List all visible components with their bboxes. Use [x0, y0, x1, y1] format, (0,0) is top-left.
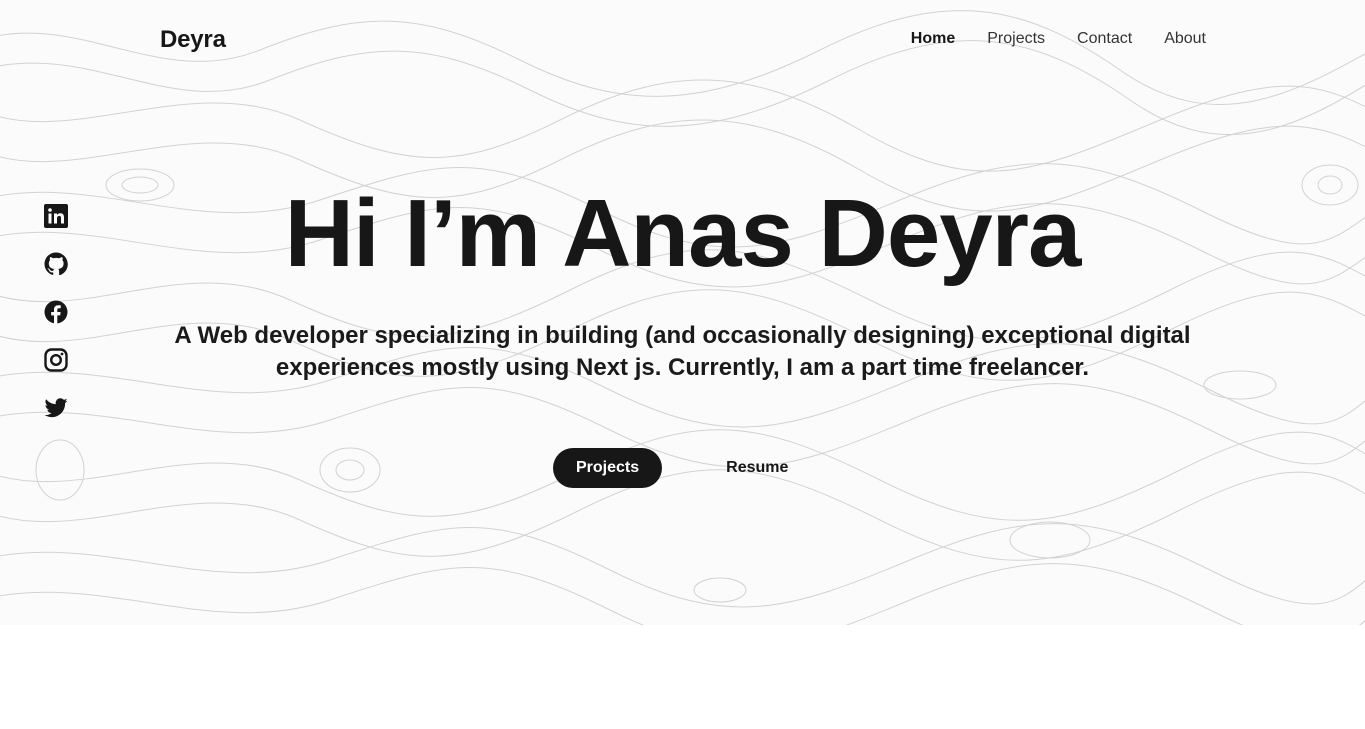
- hero-tagline: A Web developer specializing in building…: [174, 322, 1191, 381]
- nav-item-home[interactable]: Home: [911, 30, 955, 48]
- brand-logo[interactable]: Deyra: [160, 26, 226, 54]
- twitter-icon[interactable]: [44, 396, 68, 420]
- nav-menu: Home Projects Contact About: [911, 30, 1206, 48]
- projects-button[interactable]: Projects: [553, 448, 663, 488]
- nav-item-projects[interactable]: Projects: [987, 30, 1045, 48]
- hero-cta-group: Projects Resume: [553, 448, 788, 488]
- nav-item-contact[interactable]: Contact: [1077, 30, 1132, 48]
- hero-section: Deyra Home Projects Contact About Hi I’m…: [0, 0, 1365, 625]
- top-nav: Deyra Home Projects Contact About: [0, 0, 1365, 80]
- resume-button[interactable]: Resume: [726, 459, 788, 477]
- instagram-icon[interactable]: [44, 348, 68, 372]
- hero-headline: Hi I’m Anas Deyra: [284, 180, 1082, 287]
- facebook-icon[interactable]: [44, 300, 68, 324]
- topographic-background: [0, 10, 1365, 625]
- nav-item-about[interactable]: About: [1164, 30, 1206, 48]
